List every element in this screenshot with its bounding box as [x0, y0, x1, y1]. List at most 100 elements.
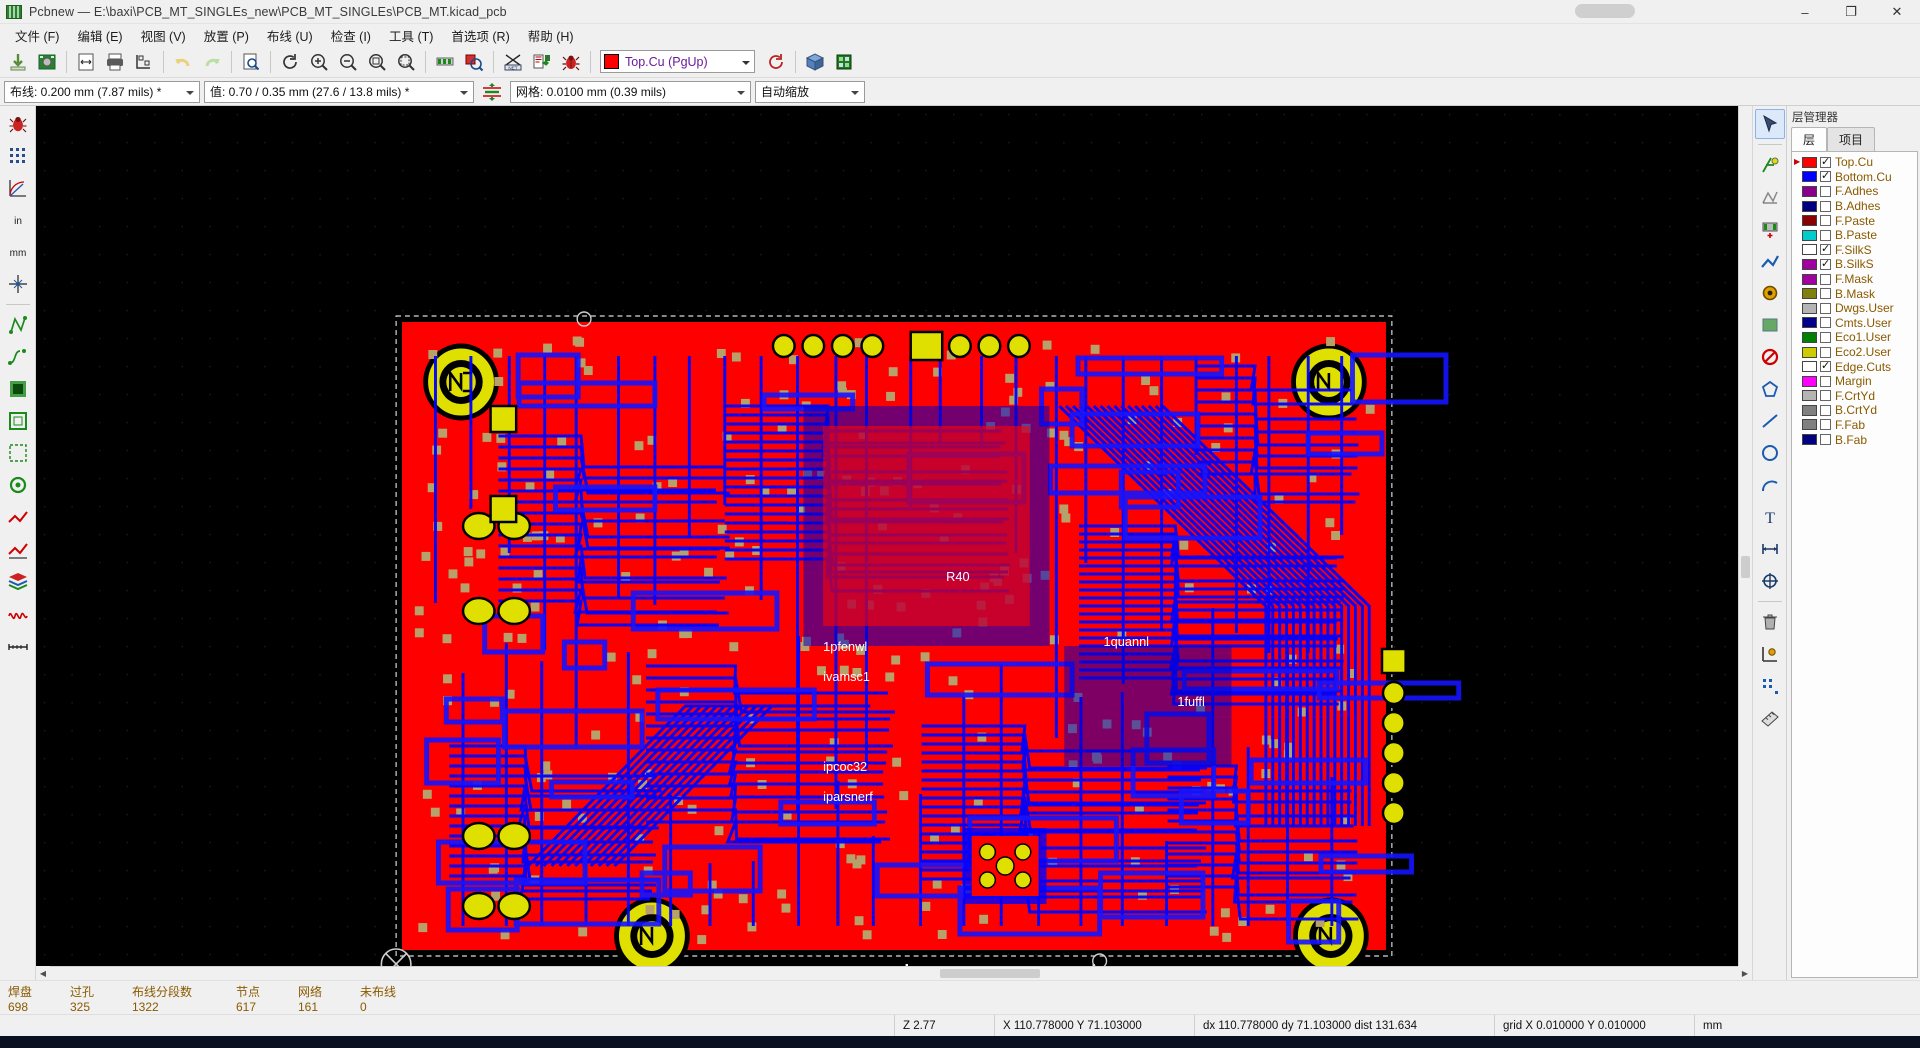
track-sketch-tool[interactable]: [3, 502, 33, 532]
layer-visibility-checkbox[interactable]: [1820, 169, 1831, 183]
page-settings-icon[interactable]: [72, 48, 100, 76]
add-text-tool[interactable]: T: [1755, 502, 1785, 532]
zone-outline-tool[interactable]: [3, 406, 33, 436]
curved-ratsnest-tool[interactable]: [3, 342, 33, 372]
zoom-out-icon[interactable]: [334, 48, 362, 76]
layer-visibility-checkbox[interactable]: [1820, 375, 1831, 387]
add-keepout-tool[interactable]: [1755, 342, 1785, 372]
minimize-button[interactable]: –: [1782, 0, 1828, 24]
layer-visibility-checkbox[interactable]: [1820, 434, 1831, 446]
zone-filled-tool[interactable]: [3, 374, 33, 404]
layer-visibility-checkbox[interactable]: [1820, 215, 1831, 227]
grid-toggle-tool[interactable]: [3, 141, 33, 171]
layer-visibility-checkbox[interactable]: [1820, 185, 1831, 197]
via-size-selector[interactable]: 值: 0.70 / 0.35 mm (27.6 / 13.8 mils) *: [204, 80, 474, 103]
layer-color-swatch[interactable]: [1802, 317, 1817, 329]
layer-color-swatch[interactable]: [1802, 404, 1817, 416]
layer-color-swatch[interactable]: [1802, 273, 1817, 285]
route-track-tool[interactable]: [1755, 246, 1785, 276]
layer-visibility-checkbox[interactable]: [1820, 155, 1831, 168]
layer-visibility-checkbox[interactable]: [1820, 317, 1831, 329]
add-dimension-tool[interactable]: [1755, 534, 1785, 564]
redo-icon[interactable]: [198, 48, 226, 76]
layer-row[interactable]: B.Adhes: [1792, 199, 1917, 214]
layer-row[interactable]: F.Adhes: [1792, 184, 1917, 199]
layer-color-swatch[interactable]: [1802, 331, 1817, 343]
layer-visibility-checkbox[interactable]: [1820, 331, 1831, 343]
layer-color-swatch[interactable]: [1802, 390, 1817, 402]
window-drag-grip[interactable]: [1575, 4, 1635, 18]
pcb-canvas[interactable]: 1pfenwl ivamsc1 ipcoc32 iparsnerf 1quannl 1fu…: [36, 106, 1739, 966]
plugin-icon[interactable]: [830, 48, 858, 76]
layer-row[interactable]: F.Fab: [1792, 418, 1917, 433]
scroll-left-arrow[interactable]: ◀: [36, 966, 50, 980]
close-button[interactable]: ✕: [1874, 0, 1920, 24]
canvas-vertical-scrollbar[interactable]: [1738, 106, 1752, 966]
layers-manager-tool[interactable]: [3, 566, 33, 596]
board-3d-icon[interactable]: [801, 48, 829, 76]
zoom-area-icon[interactable]: [392, 48, 420, 76]
layer-visibility-checkbox[interactable]: [1820, 288, 1831, 300]
drc-marker-tool[interactable]: [3, 109, 33, 139]
units-mm-tool[interactable]: mm: [3, 237, 33, 267]
microwave-tool[interactable]: [3, 598, 33, 628]
layer-row[interactable]: F.CrtYd: [1792, 389, 1917, 404]
menu-file[interactable]: 文件 (F): [6, 24, 68, 47]
rotate-layer-icon[interactable]: [762, 48, 790, 76]
menu-inspect[interactable]: 检查 (I): [322, 24, 380, 47]
add-via-tool[interactable]: [1755, 278, 1785, 308]
zoom-fit-icon[interactable]: [363, 48, 391, 76]
measure-distance-tool[interactable]: [1755, 703, 1785, 733]
menu-preferences[interactable]: 首选项 (R): [442, 24, 518, 47]
layer-row[interactable]: Bottom.Cu: [1792, 169, 1917, 185]
zoom-selector[interactable]: 自动缩放: [755, 80, 865, 103]
add-zone-tool[interactable]: [1755, 310, 1785, 340]
layer-row[interactable]: B.SilkS: [1792, 257, 1917, 272]
horizontal-scroll-thumb[interactable]: [940, 969, 1040, 978]
footprint-editor-icon[interactable]: [431, 48, 459, 76]
add-line-tool[interactable]: [1755, 406, 1785, 436]
local-ratsnest-tool[interactable]: [1755, 182, 1785, 212]
print-icon[interactable]: [101, 48, 129, 76]
netlist-icon[interactable]: NET: [499, 48, 527, 76]
add-polygon-tool[interactable]: [1755, 374, 1785, 404]
units-inches-tool[interactable]: in: [3, 205, 33, 235]
add-target-tool[interactable]: [1755, 566, 1785, 596]
find-icon[interactable]: [237, 48, 265, 76]
maximize-button[interactable]: ❐: [1828, 0, 1874, 24]
layer-row[interactable]: F.Mask: [1792, 272, 1917, 287]
delete-tool[interactable]: [1755, 607, 1785, 637]
menu-view[interactable]: 视图 (V): [132, 24, 195, 47]
layer-color-swatch[interactable]: [1802, 302, 1817, 314]
refresh-icon[interactable]: [276, 48, 304, 76]
track-width-selector[interactable]: 布线: 0.200 mm (7.87 mils) *: [4, 80, 200, 103]
layer-row[interactable]: Dwgs.User: [1792, 301, 1917, 316]
scroll-right-arrow[interactable]: ▶: [1738, 966, 1752, 980]
layer-color-swatch[interactable]: [1802, 346, 1817, 358]
menu-edit[interactable]: 编辑 (E): [68, 24, 131, 47]
layer-visibility-checkbox[interactable]: [1820, 257, 1831, 270]
layer-row[interactable]: B.Mask: [1792, 286, 1917, 301]
track-via-size-icon[interactable]: [478, 78, 506, 106]
undo-icon[interactable]: [169, 48, 197, 76]
layer-color-swatch[interactable]: [1802, 258, 1817, 270]
layer-visibility-checkbox[interactable]: [1820, 346, 1831, 358]
menu-route[interactable]: 布线 (U): [258, 24, 322, 47]
add-arc-tool[interactable]: [1755, 470, 1785, 500]
layer-color-swatch[interactable]: [1802, 288, 1817, 300]
set-origin-tool[interactable]: [1755, 639, 1785, 669]
cursor-shape-tool[interactable]: [3, 269, 33, 299]
save-board-icon[interactable]: [4, 48, 32, 76]
layer-row[interactable]: F.Paste: [1792, 213, 1917, 228]
layer-color-swatch[interactable]: [1802, 171, 1817, 183]
show-ratsnest-tool[interactable]: [3, 310, 33, 340]
layer-color-swatch[interactable]: [1802, 185, 1817, 197]
layer-color-swatch[interactable]: [1802, 244, 1817, 256]
add-footprint-tool[interactable]: [1755, 214, 1785, 244]
zone-sketch-tool[interactable]: [3, 438, 33, 468]
layer-visibility-checkbox[interactable]: [1820, 390, 1831, 402]
layer-row[interactable]: Eco1.User: [1792, 330, 1917, 345]
drc-bug-icon[interactable]: [557, 48, 585, 76]
layers-list[interactable]: ▶ Top.CuBottom.CuF.AdhesB.AdhesF.PasteB.P…: [1791, 151, 1918, 978]
layer-row[interactable]: Cmts.User: [1792, 316, 1917, 331]
